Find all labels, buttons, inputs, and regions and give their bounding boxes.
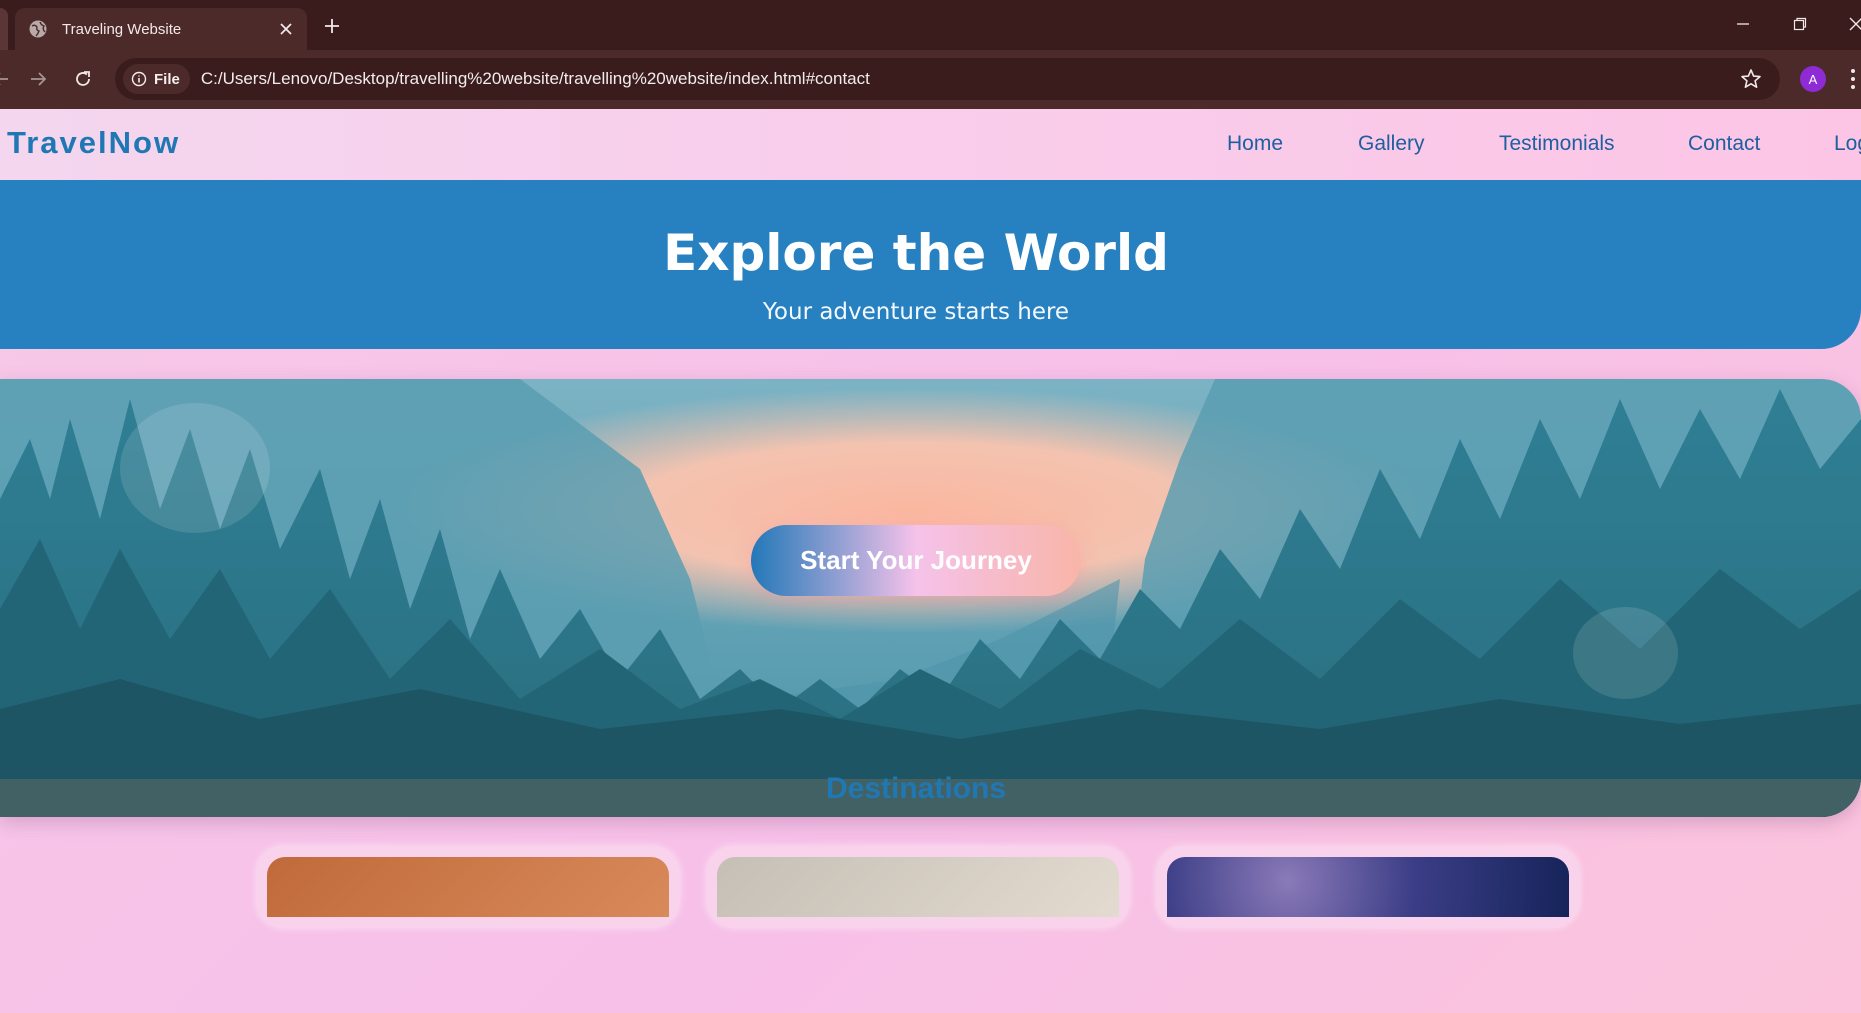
tab-title: Traveling Website [62, 20, 182, 38]
decorative-bubble [120, 403, 270, 533]
globe-icon [29, 20, 47, 38]
restore-icon[interactable] [1786, 12, 1814, 36]
plus-icon[interactable] [318, 12, 346, 40]
profile-avatar[interactable]: A [1800, 66, 1826, 92]
previous-tab-edge[interactable] [0, 8, 8, 50]
nav-home-link[interactable]: Home [1227, 132, 1283, 156]
active-tab[interactable]: Traveling Website [15, 8, 307, 50]
forest-valley-illustration [0, 379, 1861, 817]
site-chip-label: File [154, 70, 180, 88]
address-bar[interactable]: File C:/Users/Lenovo/Desktop/travelling%… [115, 58, 1780, 100]
decorative-bubble [1573, 607, 1678, 699]
forward-icon[interactable] [23, 64, 53, 94]
nav-testimonials-link[interactable]: Testimonials [1499, 132, 1615, 156]
destination-card[interactable] [1157, 847, 1579, 927]
destination-card[interactable] [257, 847, 679, 927]
destination-card[interactable] [707, 847, 1129, 927]
site-navbar: TravelNow Home Gallery Testimonials Cont… [0, 109, 1861, 180]
url-text[interactable]: C:/Users/Lenovo/Desktop/travelling%20web… [201, 69, 870, 89]
hero-banner: Explore the World Your adventure starts … [0, 180, 1861, 349]
window-close-icon[interactable] [1842, 12, 1861, 36]
start-journey-button[interactable]: Start Your Journey [751, 525, 1081, 596]
nav-gallery-link[interactable]: Gallery [1358, 132, 1425, 156]
kebab-menu-icon[interactable] [1848, 66, 1858, 92]
reload-icon[interactable] [68, 64, 98, 94]
minimize-icon[interactable] [1729, 12, 1757, 36]
destination-image [717, 857, 1119, 917]
close-icon[interactable] [275, 18, 297, 40]
destinations-heading: Destinations [825, 772, 1007, 805]
back-icon[interactable] [0, 64, 16, 94]
star-icon[interactable] [1740, 68, 1762, 90]
nav-contact-link[interactable]: Contact [1688, 132, 1760, 156]
destination-image [267, 857, 669, 917]
info-icon [131, 71, 147, 87]
hero-landscape-image: Start Your Journey [0, 379, 1861, 817]
browser-tabstrip: Traveling Website [0, 0, 1861, 50]
site-info-chip[interactable]: File [123, 64, 190, 94]
hero-subtitle: Your adventure starts here [762, 299, 1070, 325]
nav-login-link[interactable]: Log [1834, 132, 1861, 156]
site-logo[interactable]: TravelNow [7, 125, 180, 161]
browser-toolbar: File C:/Users/Lenovo/Desktop/travelling%… [0, 50, 1861, 109]
hero-title: Explore the World [663, 224, 1169, 282]
profile-initial: A [1808, 71, 1818, 87]
webpage-viewport: TravelNow Home Gallery Testimonials Cont… [0, 109, 1861, 1013]
destination-image [1167, 857, 1569, 917]
